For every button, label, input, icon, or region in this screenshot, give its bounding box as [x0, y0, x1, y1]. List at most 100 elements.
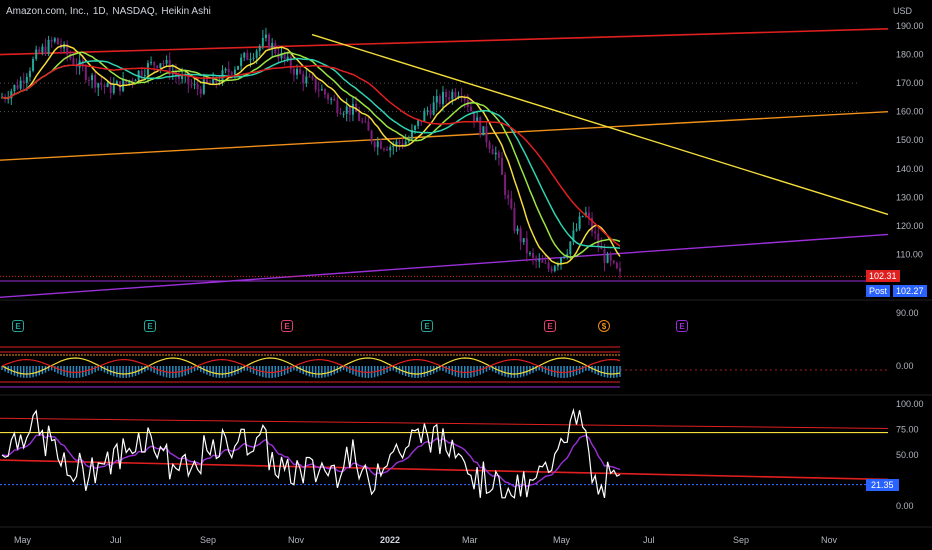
- candle-body: [454, 91, 457, 98]
- candle-body: [376, 141, 379, 148]
- candle-body: [140, 70, 143, 76]
- candle-body: [143, 75, 146, 77]
- candle-body: [445, 91, 448, 98]
- candle-body: [615, 262, 618, 269]
- candle-body: [339, 113, 342, 115]
- candle-body: [482, 126, 485, 136]
- candle-body: [479, 117, 482, 136]
- candle-body: [382, 148, 385, 150]
- candle-body: [305, 76, 308, 84]
- candle-body: [159, 63, 162, 68]
- candle-body: [286, 56, 289, 60]
- rsi-value-label: 21.35: [866, 479, 899, 491]
- candle-body: [131, 80, 134, 82]
- candle-body: [150, 61, 153, 64]
- candle-body: [507, 194, 510, 199]
- candle-body: [230, 72, 233, 75]
- candle-body: [53, 38, 56, 42]
- candle-body: [342, 113, 345, 115]
- earnings-icon[interactable]: E: [676, 320, 688, 332]
- candle-body: [544, 262, 547, 264]
- candle-body: [94, 75, 97, 88]
- earnings-icon[interactable]: E: [12, 320, 24, 332]
- candle-body: [13, 85, 16, 92]
- candle-body: [476, 117, 479, 122]
- x-tick-label: May: [553, 535, 571, 545]
- y-tick-label: 0.00: [896, 361, 914, 371]
- candle-body: [510, 198, 513, 209]
- candle-body: [513, 208, 516, 232]
- candle-body: [190, 84, 193, 86]
- y-tick-label: 75.00: [896, 425, 919, 435]
- candle-body: [563, 256, 566, 258]
- candle-body: [47, 39, 50, 54]
- candle-body: [41, 46, 44, 53]
- candle-body: [603, 249, 606, 263]
- candle-body: [196, 84, 199, 90]
- candle-body: [112, 84, 115, 93]
- candle-body: [106, 82, 109, 88]
- candle-body: [547, 262, 550, 269]
- candle-body: [28, 70, 31, 77]
- earnings-icon[interactable]: E: [421, 320, 433, 332]
- candle-body: [364, 121, 367, 123]
- candle-body: [153, 61, 156, 66]
- candle-body: [44, 46, 47, 54]
- y-tick-label: 140.00: [896, 164, 924, 174]
- candle-body: [516, 228, 519, 232]
- candle-body: [494, 152, 497, 155]
- trend-line-orange: [0, 110, 889, 161]
- candle-body: [261, 37, 264, 47]
- post-market-tag: Post: [866, 285, 891, 297]
- y-tick-label: 50.00: [896, 450, 919, 460]
- candle-body: [351, 103, 354, 115]
- candle-body: [240, 57, 243, 67]
- candle-body: [56, 38, 59, 45]
- candle-body: [162, 63, 165, 65]
- candle-body: [569, 241, 572, 255]
- earnings-icon[interactable]: E: [544, 320, 556, 332]
- candle-body: [441, 91, 444, 105]
- candle-body: [469, 106, 472, 112]
- y-tick-label: 0.00: [896, 501, 914, 511]
- candle-body: [237, 66, 240, 70]
- candle-body: [594, 231, 597, 234]
- candle-body: [559, 257, 562, 264]
- y-tick-label: 90.00: [896, 308, 919, 318]
- candle-body: [358, 112, 361, 121]
- dividend-icon[interactable]: $: [598, 320, 610, 332]
- candle-body: [370, 130, 373, 142]
- x-tick-label: Nov: [288, 535, 305, 545]
- candle-body: [292, 68, 295, 75]
- candle-body: [72, 58, 75, 65]
- x-tick-label: 2022: [380, 535, 400, 545]
- candle-body: [448, 97, 451, 100]
- x-tick-label: Sep: [733, 535, 749, 545]
- candle-body: [451, 91, 454, 100]
- candle-body: [348, 106, 351, 115]
- candle-body: [193, 84, 196, 86]
- candle-body: [525, 238, 528, 254]
- price-chart[interactable]: 190.00 180.00 170.00 160.00 150.00 140.00 130.…: [0, 0, 932, 550]
- candle-body: [367, 121, 370, 131]
- candle-body: [156, 65, 159, 68]
- candle-body: [246, 52, 249, 61]
- candle-body: [181, 75, 184, 79]
- candle-body: [528, 252, 531, 254]
- candle-body: [345, 106, 348, 114]
- candle-body: [609, 254, 612, 261]
- candle-body: [264, 34, 267, 38]
- candle-body: [87, 79, 90, 81]
- earnings-icon[interactable]: E: [281, 320, 293, 332]
- candle-body: [497, 152, 500, 159]
- candle-body: [243, 52, 246, 58]
- candle-body: [199, 89, 202, 94]
- candle-body: [25, 76, 28, 83]
- candle-body: [323, 89, 326, 95]
- candle-body: [597, 233, 600, 247]
- rsi-line: [1, 407, 621, 499]
- candle-body: [50, 39, 53, 42]
- earnings-icon[interactable]: E: [144, 320, 156, 332]
- rsi-trend-lower: [0, 459, 889, 481]
- candle-body: [314, 78, 317, 90]
